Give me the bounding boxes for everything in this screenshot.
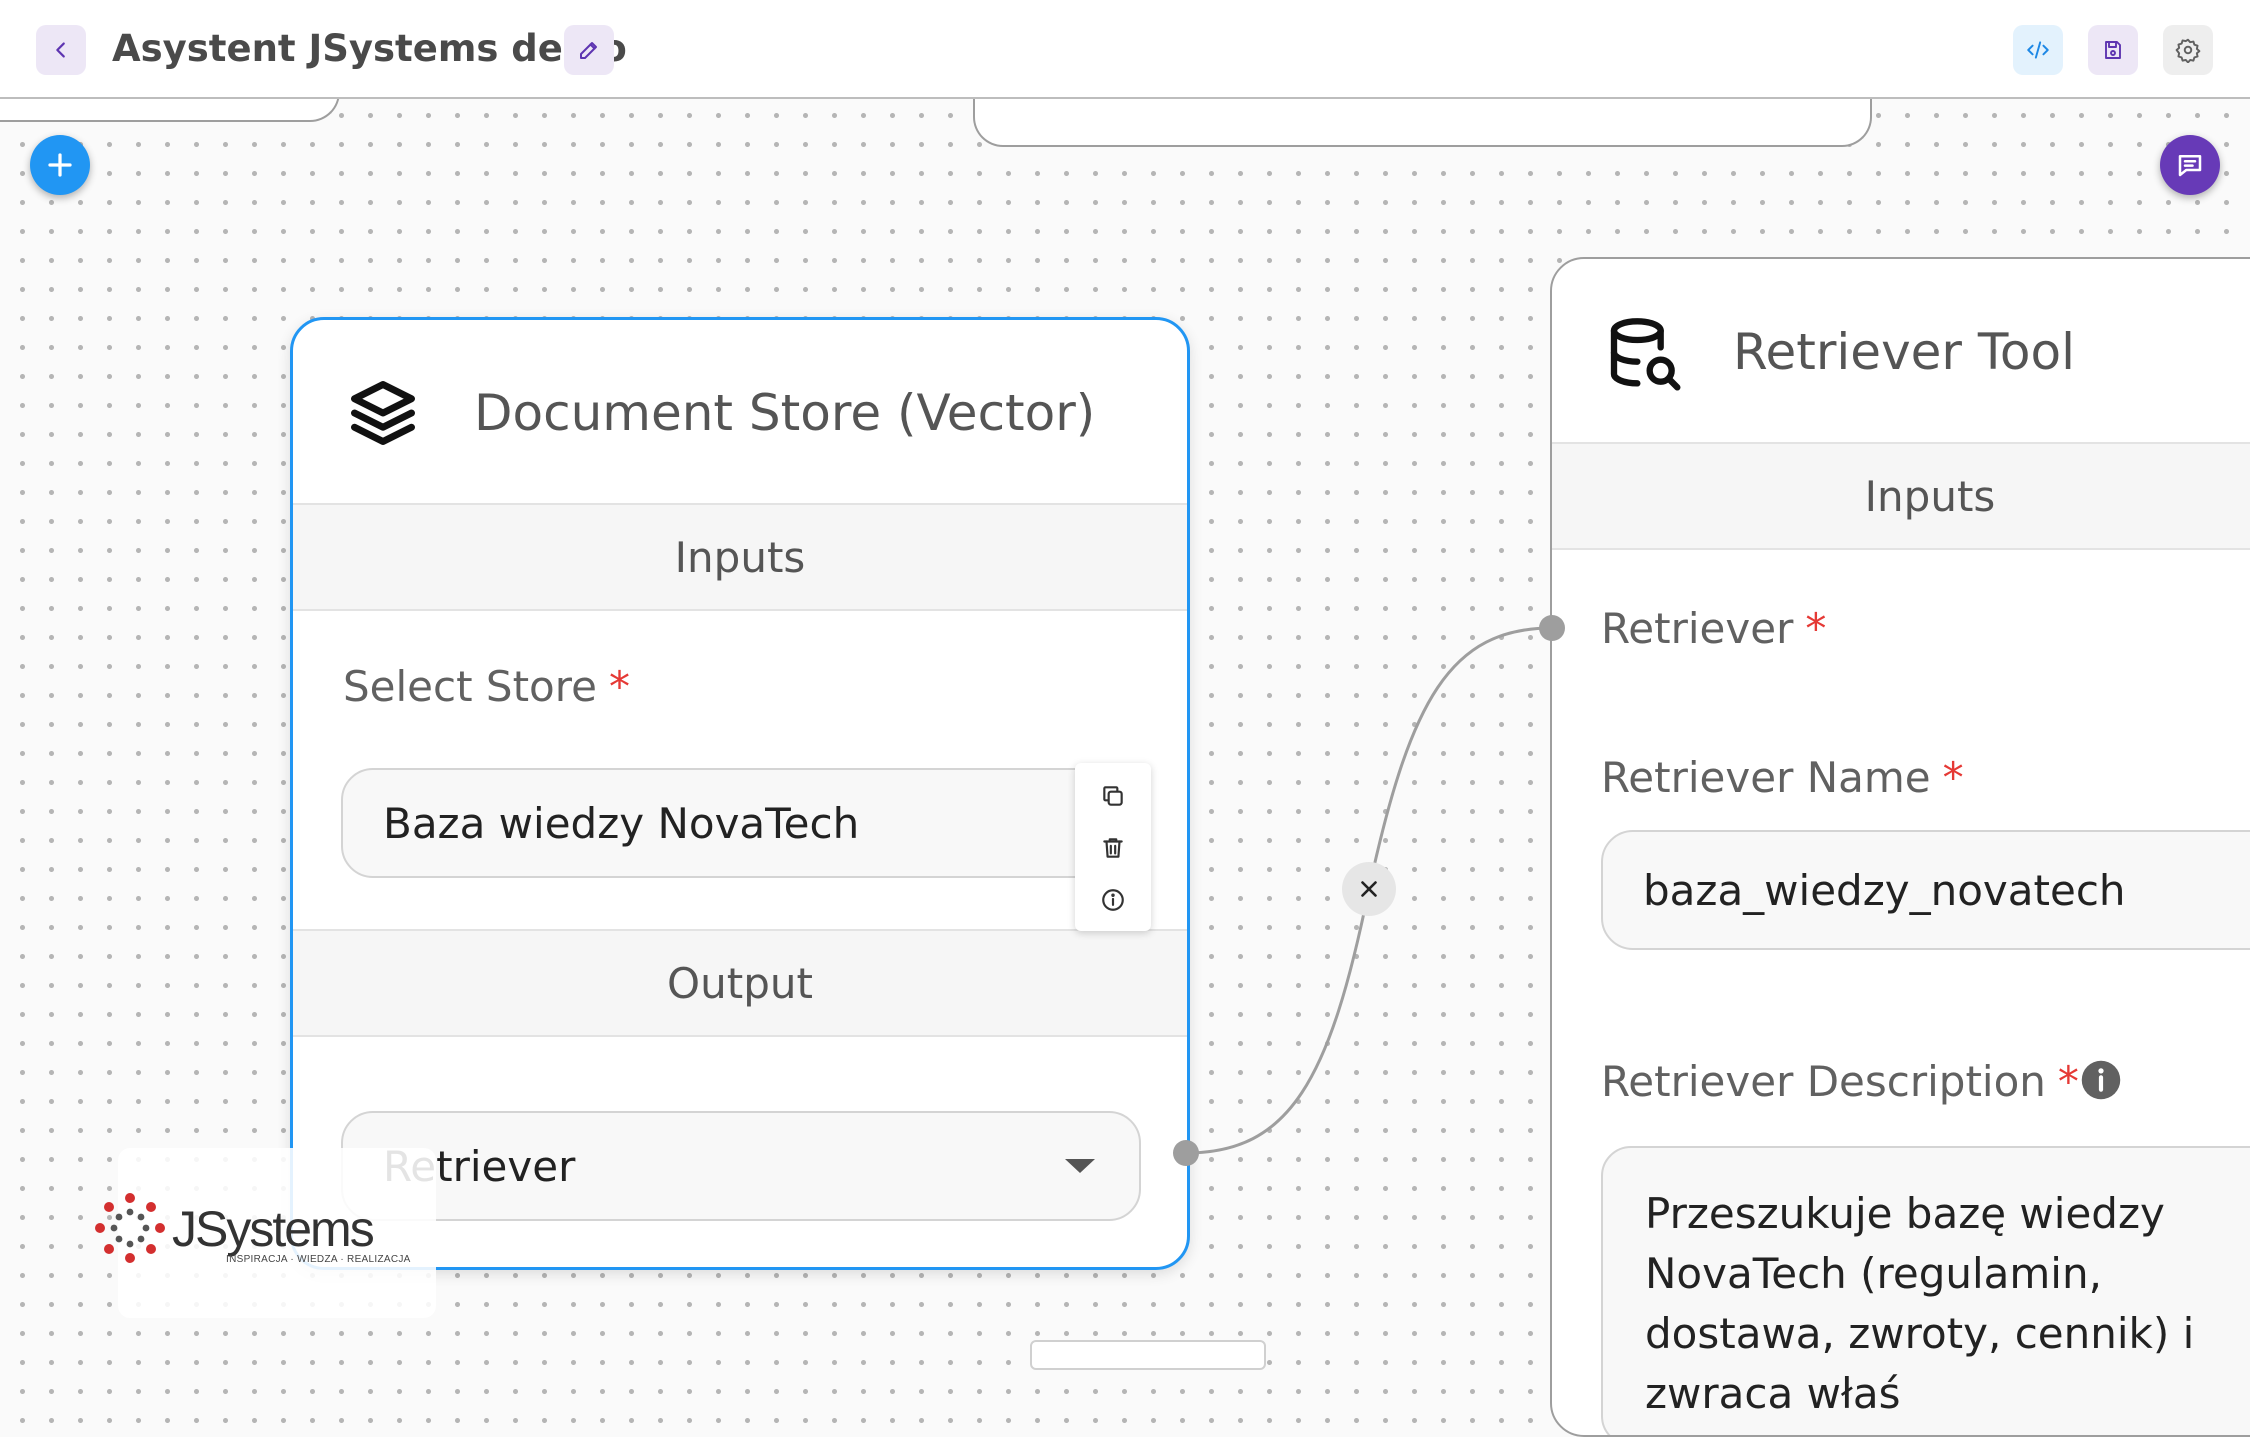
code-icon [2027,41,2049,59]
trash-icon [1103,838,1123,858]
logo-tagline: INSPIRACJA · WIEDZA · REALIZACJA [226,1254,411,1265]
chat-button[interactable] [2160,135,2220,195]
gear-icon [2175,38,2201,63]
retriever-input-handle[interactable] [1539,615,1565,641]
duplicate-button[interactable] [1098,781,1128,811]
edit-title-button[interactable] [564,25,614,75]
jsystems-logo: JSystems INSPIRACJA · WIEDZA · REALIZACJ… [95,1148,436,1318]
save-button[interactable] [2088,25,2138,75]
add-node-button[interactable] [30,135,90,195]
info-icon [1102,889,1124,911]
logo-wordmark: JSystems [172,1201,375,1257]
back-button[interactable] [36,25,86,75]
copy-icon [1103,786,1123,806]
delete-edge-button[interactable] [1342,862,1396,916]
logo-mark-icon [95,1193,165,1263]
chevron-left-icon [56,42,65,58]
api-code-button[interactable] [2013,25,2063,75]
plus-icon [48,153,72,177]
save-icon [2105,41,2121,59]
flow-title: Asystent JSystems demo [112,27,627,70]
chat-icon [2178,155,2202,177]
settings-button[interactable] [2163,25,2213,75]
close-icon [1361,881,1377,897]
pencil-icon [580,42,597,59]
node-info-button[interactable] [1098,885,1128,915]
delete-node-button[interactable] [1098,833,1128,863]
canvas-header: Asystent JSystems demo [0,0,2250,99]
output-handle[interactable] [1173,1140,1199,1166]
node-toolbar [1075,763,1151,931]
